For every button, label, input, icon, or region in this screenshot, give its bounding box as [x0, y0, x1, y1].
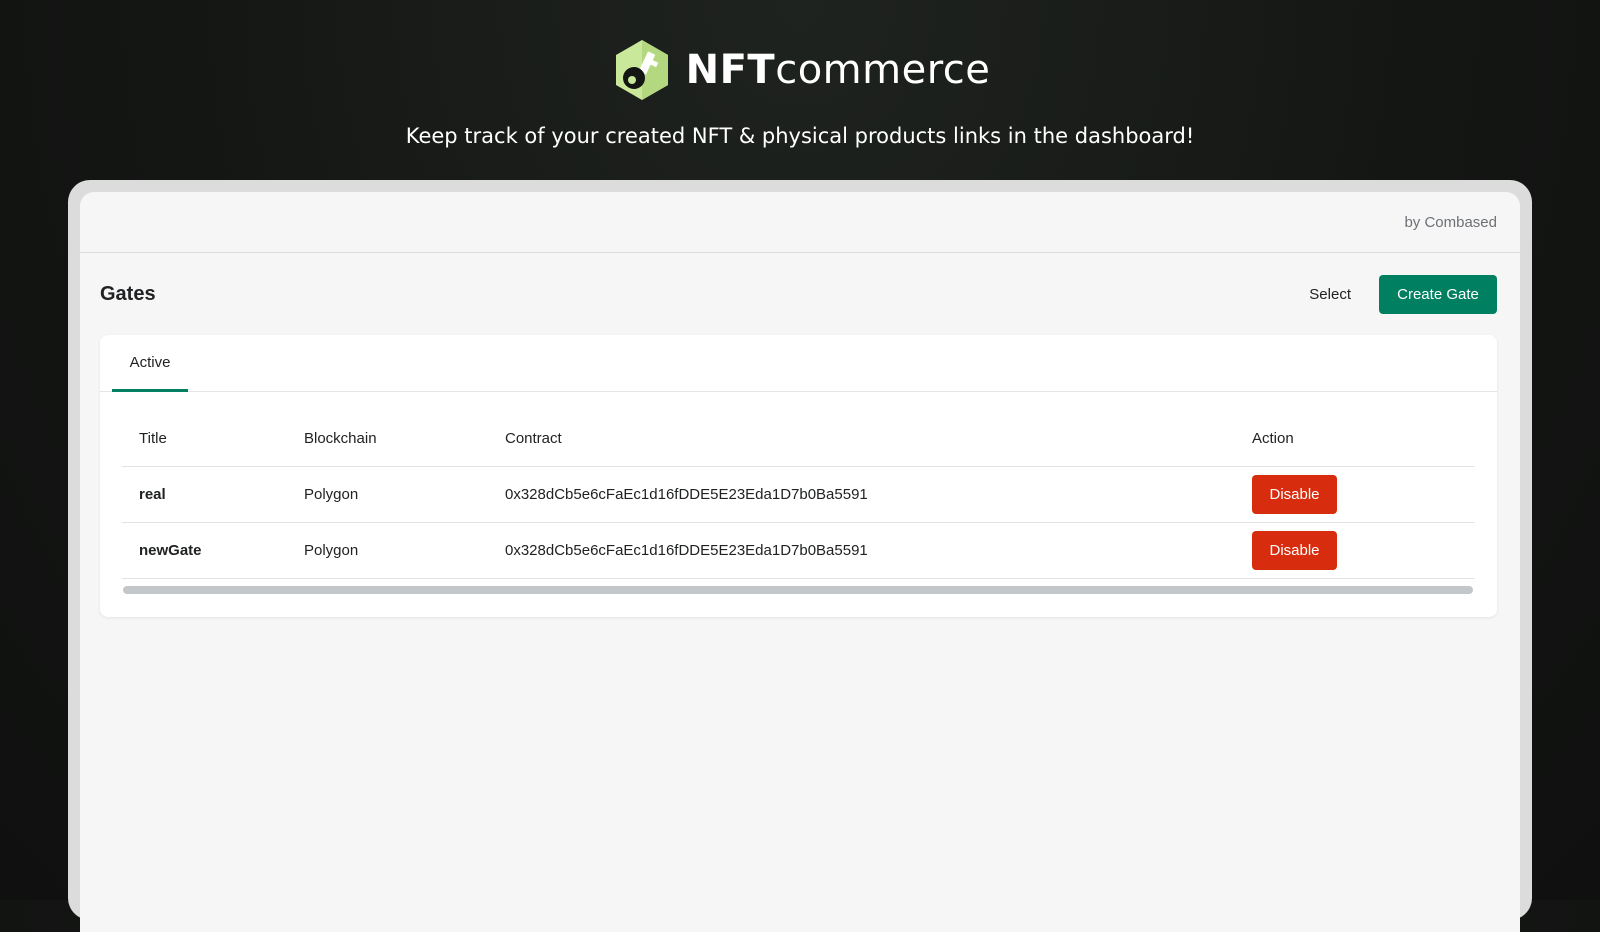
- column-header-contract: Contract: [505, 430, 562, 447]
- brand-name: NFTcommerce: [686, 47, 991, 93]
- device-frame: by Combased Gates Select Create Gate Act…: [68, 180, 1532, 932]
- table-row: real Polygon 0x328dCb5e6cFaEc1d16fDDE5E2…: [122, 467, 1475, 523]
- disable-button[interactable]: Disable: [1252, 475, 1337, 514]
- page-header: Gates Select Create Gate: [100, 275, 1497, 315]
- cell-blockchain: Polygon: [304, 486, 359, 503]
- top-bar: by Combased: [80, 192, 1520, 253]
- horizontal-scrollbar[interactable]: [123, 586, 1473, 594]
- tagline: Keep track of your created NFT & physica…: [405, 124, 1195, 148]
- hero-banner: NFTcommerce Keep track of your created N…: [0, 0, 1600, 180]
- cell-action: Disable: [1252, 531, 1475, 570]
- brand: NFTcommerce: [0, 38, 1600, 102]
- tab-active[interactable]: Active: [112, 335, 188, 392]
- create-gate-button[interactable]: Create Gate: [1379, 275, 1497, 314]
- cell-title: newGate: [139, 542, 202, 559]
- cell-blockchain: Polygon: [304, 542, 359, 559]
- page-title: Gates: [100, 283, 156, 305]
- cell-contract: 0x328dCb5e6cFaEc1d16fDDE5E23Eda1D7b0Ba55…: [505, 486, 868, 503]
- table-row: newGate Polygon 0x328dCb5e6cFaEc1d16fDDE…: [122, 523, 1475, 579]
- column-header-title: Title: [139, 430, 167, 447]
- column-header-action: Action: [1252, 430, 1294, 447]
- brand-name-light: commerce: [775, 47, 991, 93]
- gates-card: Active Title Blockchain Contract Action …: [100, 335, 1497, 617]
- column-header-blockchain: Blockchain: [304, 430, 377, 447]
- brand-name-bold: NFT: [685, 47, 776, 93]
- key-hexagon-icon: [615, 40, 668, 100]
- cell-action: Disable: [1252, 475, 1475, 514]
- disable-button[interactable]: Disable: [1252, 531, 1337, 570]
- tab-bar: Active: [100, 335, 1497, 392]
- app-screen: by Combased Gates Select Create Gate Act…: [80, 192, 1520, 932]
- cell-contract: 0x328dCb5e6cFaEc1d16fDDE5E23Eda1D7b0Ba55…: [505, 542, 868, 559]
- table-header-row: Title Blockchain Contract Action: [122, 411, 1475, 467]
- by-line: by Combased: [1404, 214, 1497, 231]
- gates-table: Title Blockchain Contract Action real Po…: [122, 411, 1475, 579]
- cell-title: real: [139, 486, 166, 503]
- select-button[interactable]: Select: [1309, 286, 1351, 303]
